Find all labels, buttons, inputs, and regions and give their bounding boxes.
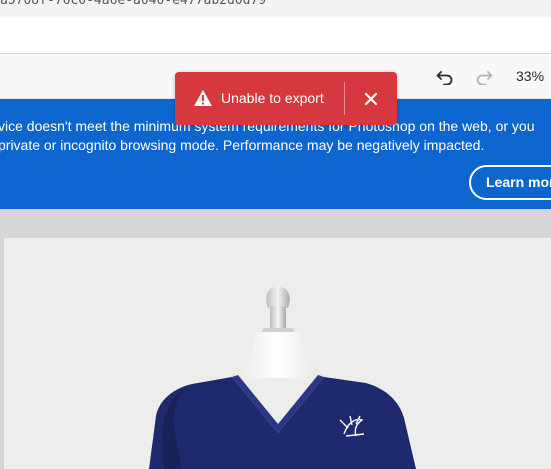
mannequin-photo (4, 238, 551, 469)
browser-url-bar[interactable]: a5708f-76c0-4a6e-a040-e477ab2d0d79 (0, 0, 551, 17)
toast-message: Unable to export (221, 90, 324, 106)
redo-icon (476, 71, 493, 85)
url-text: a5708f-76c0-4a6e-a040-e477ab2d0d79 (0, 0, 267, 8)
toast-divider (344, 82, 345, 115)
canvas-area (0, 209, 551, 469)
close-icon[interactable] (361, 89, 381, 109)
alert-triangle-icon (194, 90, 212, 106)
redo-button[interactable] (473, 66, 495, 88)
document-canvas[interactable] (4, 238, 551, 469)
export-error-toast: Unable to export (175, 72, 397, 125)
banner-text-line-2: private or incognito browsing mode. Perf… (0, 137, 485, 153)
zoom-level[interactable]: 33% (516, 68, 544, 84)
undo-button[interactable] (434, 66, 456, 88)
browser-header-strip (0, 17, 551, 54)
learn-more-button[interactable]: Learn more (469, 165, 551, 200)
undo-icon (436, 71, 453, 85)
